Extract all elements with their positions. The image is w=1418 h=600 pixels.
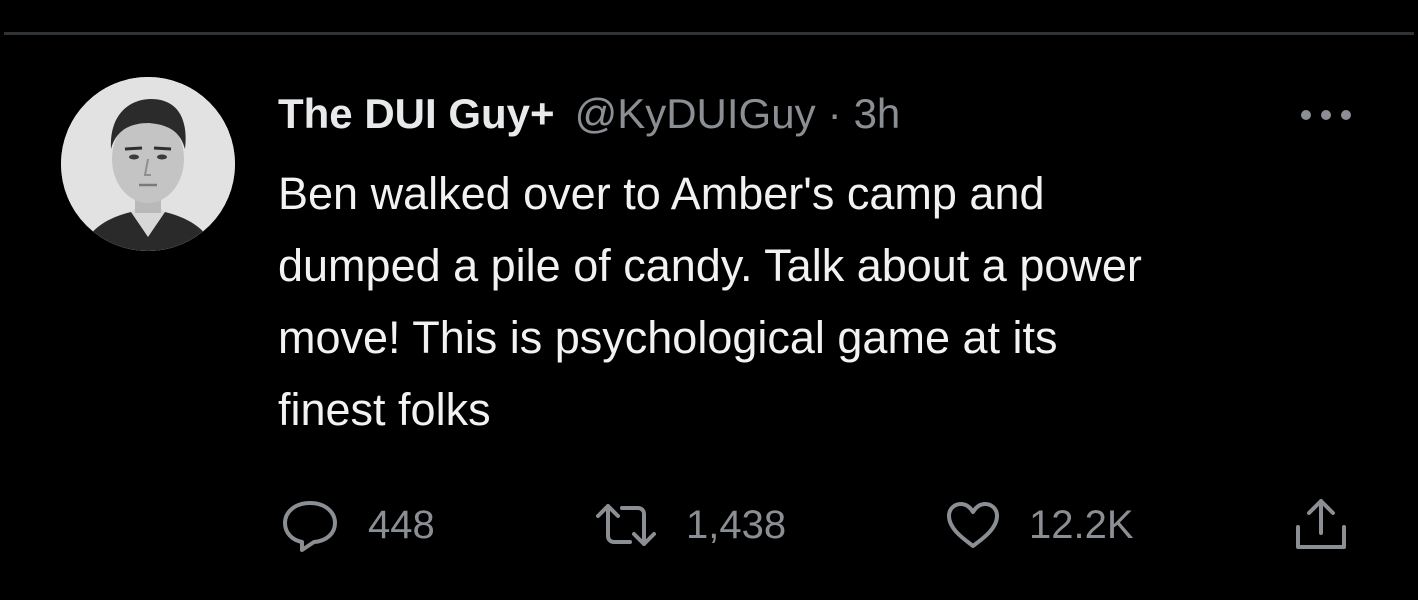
reply-icon	[283, 501, 337, 552]
top-divider	[4, 32, 1414, 35]
like-button[interactable]: 12.2K	[945, 495, 1134, 555]
tweet-text-line: dumped a pile of candy. Talk about a pow…	[278, 240, 1142, 291]
share-button[interactable]	[1290, 495, 1352, 555]
retweet-count: 1,438	[686, 502, 787, 547]
tweet-text-line: Ben walked over to Amber's camp and	[278, 168, 1045, 219]
tweet-text-line: move! This is psychological game at its	[278, 312, 1058, 363]
tweet-text-line: finest folks	[278, 384, 491, 435]
retweet-icon	[596, 504, 656, 546]
reply-count: 448	[368, 502, 435, 547]
header-separator: ·	[827, 90, 842, 137]
more-dots-icon	[1301, 110, 1351, 120]
timestamp[interactable]: 3h	[854, 84, 901, 144]
user-handle[interactable]: @KyDUIGuy	[575, 84, 816, 144]
like-count: 12.2K	[1029, 502, 1134, 547]
more-options-button[interactable]	[1296, 100, 1356, 130]
share-icon	[1296, 499, 1346, 549]
tweet-text: Ben walked over to Amber's camp and dump…	[278, 158, 1358, 446]
profile-photo	[61, 77, 235, 251]
retweet-button[interactable]: 1,438	[594, 495, 786, 555]
tweet-header: The DUI Guy+ @KyDUIGuy · 3h	[278, 84, 900, 144]
tweet-actions: 448 1,438 12.2K	[0, 495, 1418, 555]
heart-icon	[947, 502, 999, 548]
reply-button[interactable]: 448	[280, 495, 435, 555]
avatar[interactable]	[61, 77, 235, 251]
display-name[interactable]: The DUI Guy+	[278, 84, 555, 144]
